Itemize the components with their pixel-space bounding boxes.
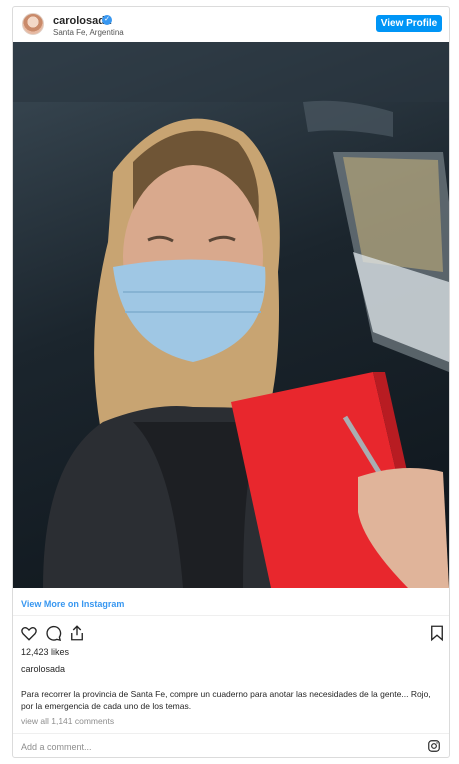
view-all-comments-link[interactable]: view all 1,141 comments — [21, 716, 114, 726]
caption-username[interactable]: carolosada — [21, 664, 65, 674]
view-more-link[interactable]: View More on Instagram — [21, 599, 124, 609]
add-comment-input[interactable]: Add a comment... — [21, 742, 92, 752]
heart-icon[interactable] — [20, 624, 38, 642]
photo-illustration — [13, 42, 449, 588]
post-photo[interactable] — [13, 42, 449, 588]
instagram-logo-icon[interactable] — [427, 739, 441, 753]
location-label[interactable]: Santa Fe, Argentina — [53, 28, 124, 37]
post-actions — [13, 624, 449, 644]
comment-icon[interactable] — [44, 624, 62, 642]
post-header: carolosada ✓ Santa Fe, Argentina View Pr… — [13, 7, 449, 43]
comment-bar: Add a comment... — [13, 733, 449, 758]
view-profile-button[interactable]: View Profile — [376, 15, 442, 32]
divider — [13, 615, 449, 616]
instagram-embed-card: carolosada ✓ Santa Fe, Argentina View Pr… — [12, 6, 450, 758]
avatar[interactable] — [22, 13, 44, 35]
share-icon[interactable] — [68, 624, 86, 642]
likes-count[interactable]: 12,423 likes — [21, 647, 69, 657]
post-caption: Para recorrer la provincia de Santa Fe, … — [21, 689, 431, 711]
verified-badge-icon: ✓ — [102, 15, 112, 25]
bookmark-icon[interactable] — [428, 624, 446, 642]
